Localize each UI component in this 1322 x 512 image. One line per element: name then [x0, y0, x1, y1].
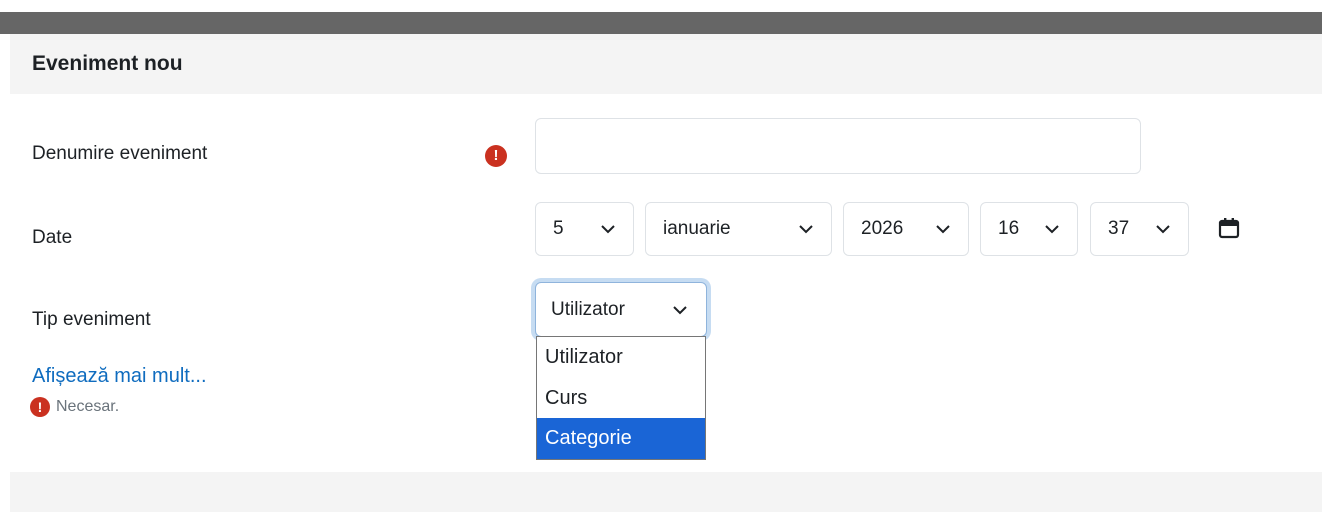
chevron-down-icon [799, 225, 813, 234]
minute-value: 37 [1108, 218, 1130, 239]
required-note: ! Necesar. [30, 397, 119, 417]
modal-title: Eveniment nou [32, 52, 183, 75]
day-value: 5 [553, 218, 564, 239]
event-type-select[interactable]: Utilizator [535, 282, 707, 337]
chevron-down-icon [673, 305, 687, 314]
event-name-input[interactable] [535, 118, 1141, 174]
chevron-down-icon [601, 225, 615, 234]
chevron-down-icon [936, 225, 950, 234]
year-select[interactable]: 2026 [843, 202, 969, 256]
hour-select[interactable]: 16 [980, 202, 1078, 256]
required-icon: ! [30, 397, 50, 417]
show-more-link[interactable]: Afișează mai mult... [32, 365, 207, 388]
option-categorie[interactable]: Categorie [537, 418, 705, 459]
event-name-label: Denumire eveniment [32, 143, 208, 164]
modal-footer [10, 472, 1322, 512]
minute-select[interactable]: 37 [1090, 202, 1189, 256]
hour-value: 16 [998, 218, 1020, 239]
month-value: ianuarie [663, 218, 731, 239]
event-type-value: Utilizator [551, 298, 625, 320]
required-text: Necesar. [56, 398, 120, 415]
date-label: Date [32, 227, 73, 248]
option-utilizator[interactable]: Utilizator [537, 337, 705, 378]
month-select[interactable]: ianuarie [645, 202, 832, 256]
chevron-down-icon [1045, 225, 1059, 234]
event-type-label: Tip eveniment [32, 309, 151, 330]
calendar-icon[interactable] [1217, 216, 1241, 240]
required-icon: ! [485, 145, 507, 167]
chevron-down-icon [1156, 225, 1170, 234]
modal-header: Eveniment nou [10, 34, 1322, 94]
day-select[interactable]: 5 [535, 202, 634, 256]
top-strip [0, 0, 1322, 12]
event-type-dropdown: Utilizator Curs Categorie [536, 336, 706, 460]
option-curs[interactable]: Curs [537, 378, 705, 419]
year-value: 2026 [861, 218, 904, 239]
